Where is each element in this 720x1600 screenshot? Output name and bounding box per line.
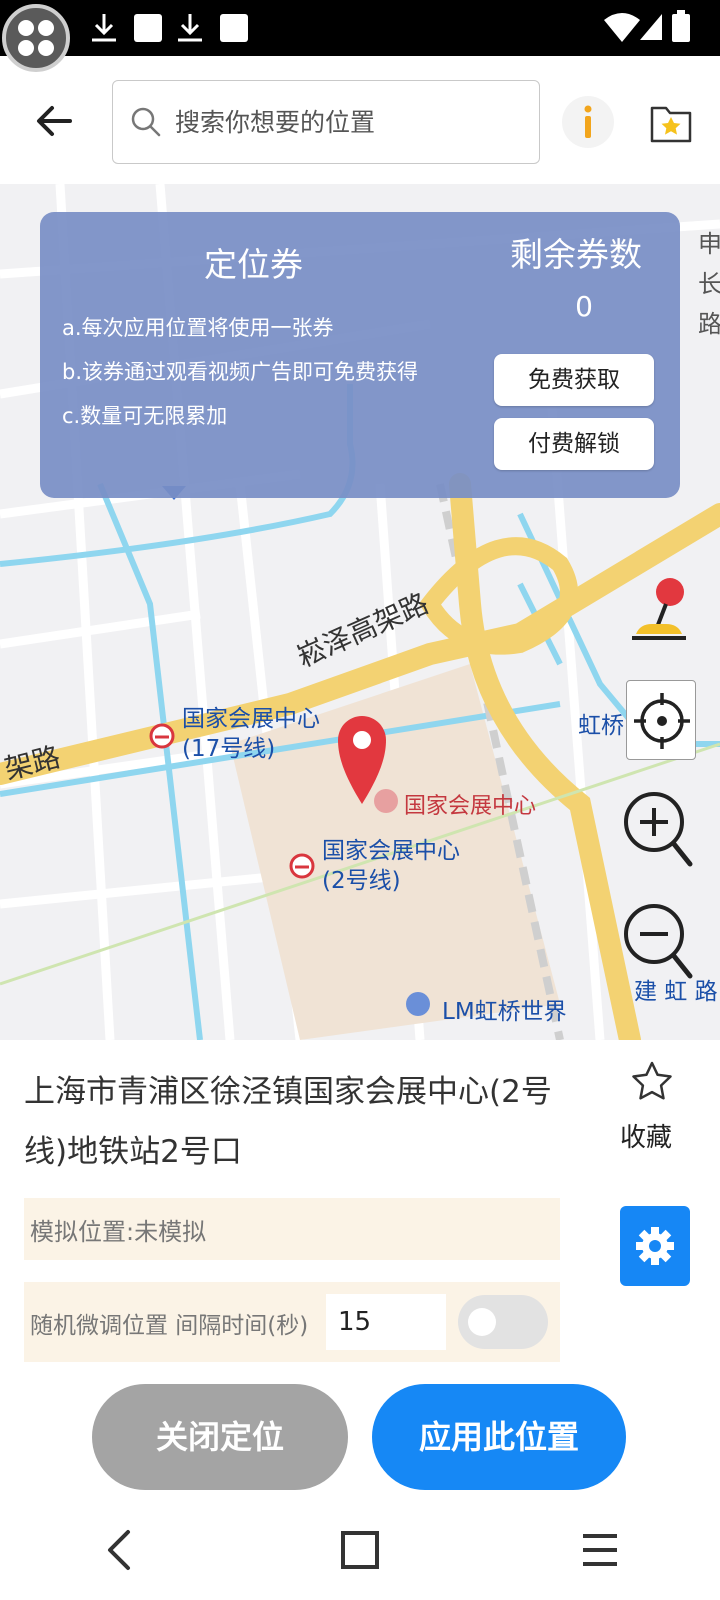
star-outline-icon <box>632 1061 672 1100</box>
coupon-title: 定位券 <box>204 245 303 284</box>
jitter-row: 随机微调位置 间隔时间(秒) <box>24 1282 560 1362</box>
nav-menu-button[interactable] <box>580 1530 620 1570</box>
metro-station-icon <box>149 723 175 749</box>
metro-station-icon <box>289 853 315 879</box>
info-icon <box>584 105 592 138</box>
favorite-label[interactable]: 收藏 <box>620 1117 672 1154</box>
nav-home-button[interactable] <box>340 1530 380 1570</box>
map-label-station-2: 国家会展中心 (2号线) <box>322 838 460 894</box>
map-label-hongqiao: 虹桥 <box>578 713 624 739</box>
remaining-coupons-count: 0 <box>575 290 593 323</box>
four-dots-icon <box>18 20 54 56</box>
download-icon <box>178 14 202 42</box>
zoom-out-icon <box>624 904 693 979</box>
map-label-right: 申 长 路 <box>698 230 720 338</box>
paid-unlock-button[interactable]: 付费解锁 <box>494 418 654 470</box>
poi-building-icon <box>374 789 398 813</box>
signal-icon <box>640 14 662 40</box>
floating-assist-ball[interactable] <box>2 4 70 72</box>
jitter-label: 随机微调位置 间隔时间(秒) <box>30 1313 309 1339</box>
free-get-button[interactable]: 免费获取 <box>494 354 654 406</box>
zoom-in-icon <box>624 792 693 867</box>
nav-back-button[interactable] <box>100 1528 140 1572</box>
locate-button[interactable] <box>626 680 696 760</box>
toggle-knob <box>468 1308 496 1336</box>
coupon-panel: 定位券 a.每次应用位置将使用一张券 b.该券通过观看视频广告即可免费获得 c.… <box>40 212 680 498</box>
download-icon <box>92 14 116 42</box>
crosshair-locate-icon <box>634 693 690 749</box>
wifi-icon <box>604 13 640 42</box>
star-folder-icon <box>650 106 692 143</box>
coupon-rule-a: a.每次应用位置将使用一张券 <box>62 316 334 340</box>
back-button[interactable] <box>30 96 80 146</box>
joystick-icon <box>632 578 686 640</box>
nav-back-icon <box>108 1530 130 1570</box>
favorites-folder-button[interactable] <box>648 98 694 146</box>
apply-location-button[interactable]: 应用此位置 <box>372 1384 626 1490</box>
joystick-button[interactable] <box>626 572 696 646</box>
system-nav-bar <box>0 1510 720 1600</box>
coupon-rule-b: b.该券通过观看视频广告即可免费获得 <box>62 360 419 384</box>
map-label-station-17: 国家会展中心 (17号线) <box>182 706 320 762</box>
back-arrow-icon <box>37 106 72 136</box>
coupon-rule-c: c.数量可无限累加 <box>62 404 228 428</box>
settings-button[interactable] <box>620 1206 690 1286</box>
jitter-toggle[interactable] <box>458 1295 548 1349</box>
info-button[interactable] <box>562 96 614 148</box>
gear-icon <box>636 1227 674 1265</box>
battery-icon <box>672 14 690 42</box>
notification-square-icon <box>220 14 248 42</box>
zoom-in-button[interactable] <box>620 784 696 870</box>
address-text: 上海市青浦区徐泾镇国家会展中心(2号线)地铁站2号口 <box>24 1074 552 1170</box>
simulation-status: 模拟位置:未模拟 <box>24 1198 560 1260</box>
nav-menu-icon <box>583 1534 617 1566</box>
search-box[interactable] <box>112 80 540 164</box>
search-input[interactable] <box>175 99 525 145</box>
zoom-out-button[interactable] <box>620 896 696 982</box>
remaining-coupons-label: 剩余券数 <box>510 235 642 274</box>
search-icon <box>131 107 161 137</box>
map-label-venue: 国家会展中心 <box>404 794 537 819</box>
close-location-button[interactable]: 关闭定位 <box>92 1384 348 1490</box>
map-label-lm: LM虹桥世界 <box>442 999 567 1025</box>
favorite-button[interactable] <box>630 1060 674 1104</box>
status-bar <box>0 0 720 56</box>
nav-home-icon <box>341 1531 379 1569</box>
interval-input[interactable] <box>326 1294 446 1350</box>
notification-square-icon <box>134 14 162 42</box>
status-icons <box>92 10 690 42</box>
poi-marker-icon <box>406 992 430 1016</box>
